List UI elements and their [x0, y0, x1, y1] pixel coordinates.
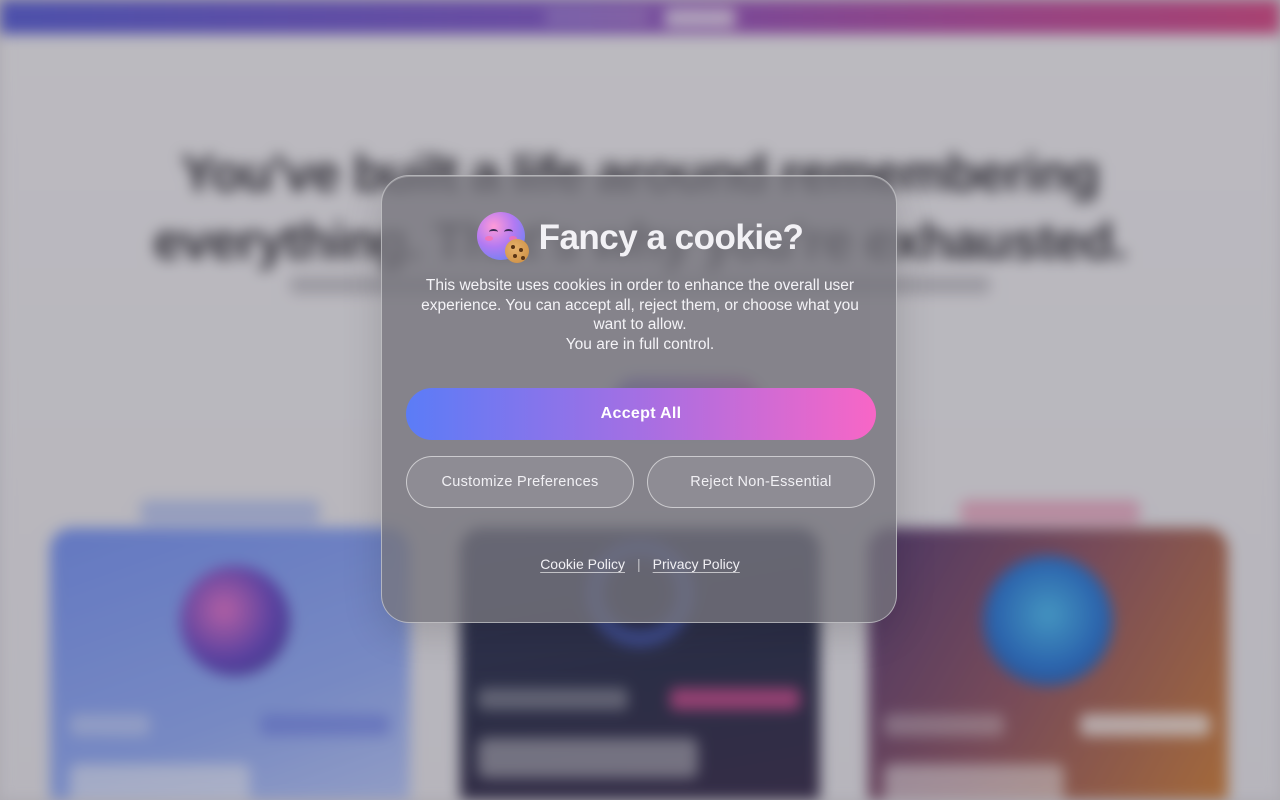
- cookie-face-icon: [476, 212, 529, 264]
- customize-preferences-button[interactable]: Customize Preferences: [406, 456, 634, 508]
- accept-all-button[interactable]: Accept All: [406, 388, 876, 440]
- cookie-policy-link[interactable]: Cookie Policy: [540, 556, 625, 572]
- description-control-text: You are in full control.: [565, 335, 715, 353]
- cookie-consent-modal: Fancy a cookie? This website uses cookie…: [381, 175, 897, 623]
- privacy-policy-link[interactable]: Privacy Policy: [653, 556, 740, 572]
- reject-non-essential-button[interactable]: Reject Non-Essential: [647, 456, 875, 508]
- description-text: This website uses cookies in order to en…: [421, 277, 859, 333]
- policy-links: Cookie Policy | Privacy Policy: [382, 556, 898, 572]
- modal-description: This website uses cookies in order to en…: [406, 276, 874, 354]
- modal-title: Fancy a cookie?: [538, 218, 804, 257]
- policy-separator: |: [637, 556, 641, 572]
- modal-header: Fancy a cookie?: [382, 210, 898, 266]
